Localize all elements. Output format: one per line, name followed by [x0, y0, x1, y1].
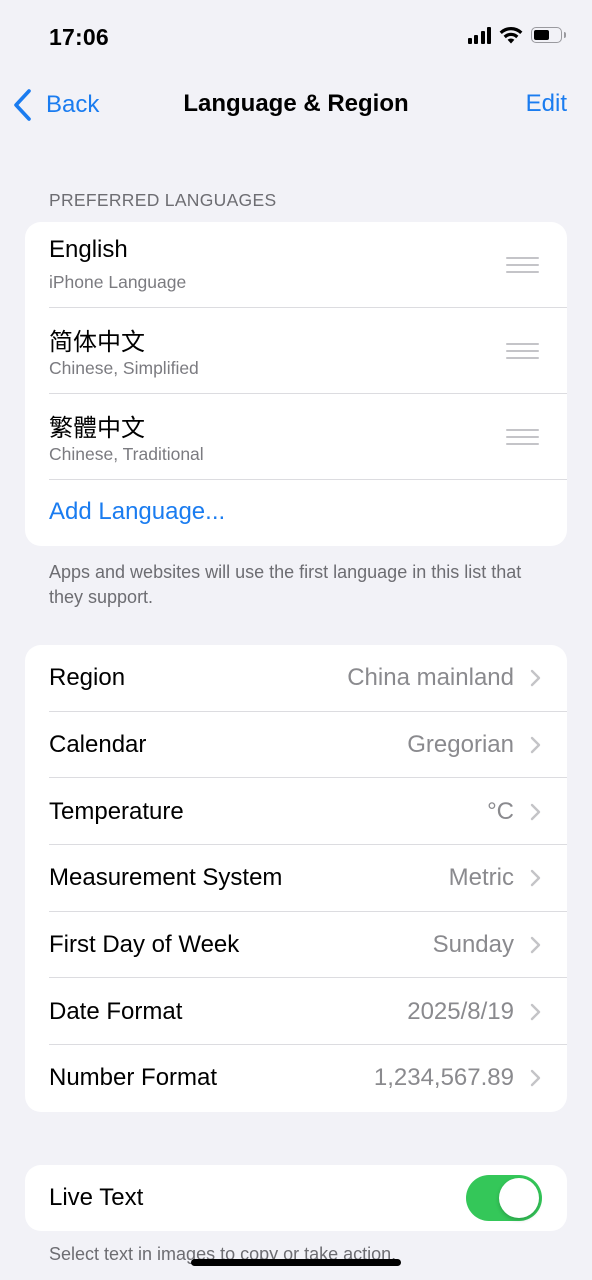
language-name: English: [49, 236, 128, 263]
back-label: Back: [46, 91, 100, 118]
edit-button[interactable]: Edit: [526, 90, 567, 118]
row-value: China mainland: [347, 664, 514, 692]
status-bar: 17:06: [0, 0, 592, 76]
wifi-icon: [499, 26, 523, 44]
live-text-label: Live Text: [49, 1184, 144, 1211]
language-row-english[interactable]: English iPhone Language: [25, 222, 567, 308]
reorder-handle-icon[interactable]: [506, 257, 539, 273]
row-label: Measurement System: [49, 864, 283, 892]
measurement-system-row[interactable]: Measurement System Metric: [25, 845, 567, 912]
language-name: 繁體中文: [49, 415, 145, 442]
row-value: Gregorian: [407, 731, 514, 759]
live-text-toggle[interactable]: [466, 1175, 542, 1221]
preferred-languages-footer: Apps and websites will use the first lan…: [49, 562, 522, 607]
row-value: °C: [487, 797, 514, 825]
back-button[interactable]: Back: [12, 88, 99, 122]
temperature-row[interactable]: Temperature °C: [25, 778, 567, 846]
toggle-knob: [499, 1178, 539, 1218]
chevron-right-icon: [530, 1070, 541, 1087]
row-value: 2025/8/19: [407, 997, 514, 1025]
row-label: Calendar: [49, 731, 147, 759]
chevron-right-icon: [530, 803, 541, 820]
row-label: Region: [49, 664, 126, 692]
chevron-right-icon: [530, 936, 541, 954]
add-language-row[interactable]: Add Language...: [25, 480, 567, 546]
battery-icon: [531, 27, 566, 43]
language-row-chinese-traditional[interactable]: 繁體中文 Chinese, Traditional: [25, 394, 567, 480]
region-settings-list: Region China mainland Calendar Gregorian…: [25, 645, 567, 1112]
status-time: 17:06: [49, 24, 109, 50]
first-day-of-week-row[interactable]: First Day of Week Sunday: [25, 912, 567, 979]
home-indicator[interactable]: [191, 1259, 401, 1266]
navigation-bar: Back Language & Region Edit: [0, 80, 592, 132]
region-row[interactable]: Region China mainland: [25, 645, 567, 712]
reorder-handle-icon[interactable]: [506, 429, 539, 445]
status-icons: [467, 26, 566, 44]
row-value: Sunday: [432, 931, 514, 959]
row-label: First Day of Week: [49, 931, 240, 959]
live-text-group: Live Text: [25, 1165, 567, 1231]
chevron-left-icon: [14, 89, 31, 121]
row-value: Metric: [448, 864, 514, 892]
language-name: 简体中文: [49, 329, 145, 356]
row-label: Date Format: [49, 997, 183, 1025]
calendar-row[interactable]: Calendar Gregorian: [25, 712, 567, 779]
language-subtitle: iPhone Language: [49, 272, 187, 292]
language-subtitle: Chinese, Simplified: [49, 358, 199, 378]
chevron-right-icon: [530, 670, 541, 687]
live-text-row: Live Text: [25, 1165, 567, 1231]
reorder-handle-icon[interactable]: [506, 343, 539, 359]
chevron-right-icon: [530, 736, 541, 754]
language-row-chinese-simplified[interactable]: 简体中文 Chinese, Simplified: [25, 308, 567, 394]
cellular-signal-icon: [467, 26, 491, 44]
number-format-row[interactable]: Number Format 1,234,567.89: [25, 1045, 567, 1112]
row-label: Number Format: [49, 1064, 218, 1092]
chevron-right-icon: [530, 1003, 541, 1020]
preferred-languages-header: PREFERRED LANGUAGES: [49, 190, 277, 210]
preferred-languages-list: English iPhone Language 简体中文 Chinese, Si…: [25, 222, 567, 546]
add-language-button[interactable]: Add Language...: [49, 498, 225, 526]
row-value: 1,234,567.89: [373, 1064, 514, 1092]
date-format-row[interactable]: Date Format 2025/8/19: [25, 978, 567, 1046]
screen: 17:06 Back Language & Region Edit PREFER…: [0, 0, 592, 1280]
chevron-right-icon: [530, 870, 541, 887]
battery-level: [534, 30, 549, 40]
row-label: Temperature: [49, 797, 184, 825]
language-subtitle: Chinese, Traditional: [49, 444, 204, 464]
